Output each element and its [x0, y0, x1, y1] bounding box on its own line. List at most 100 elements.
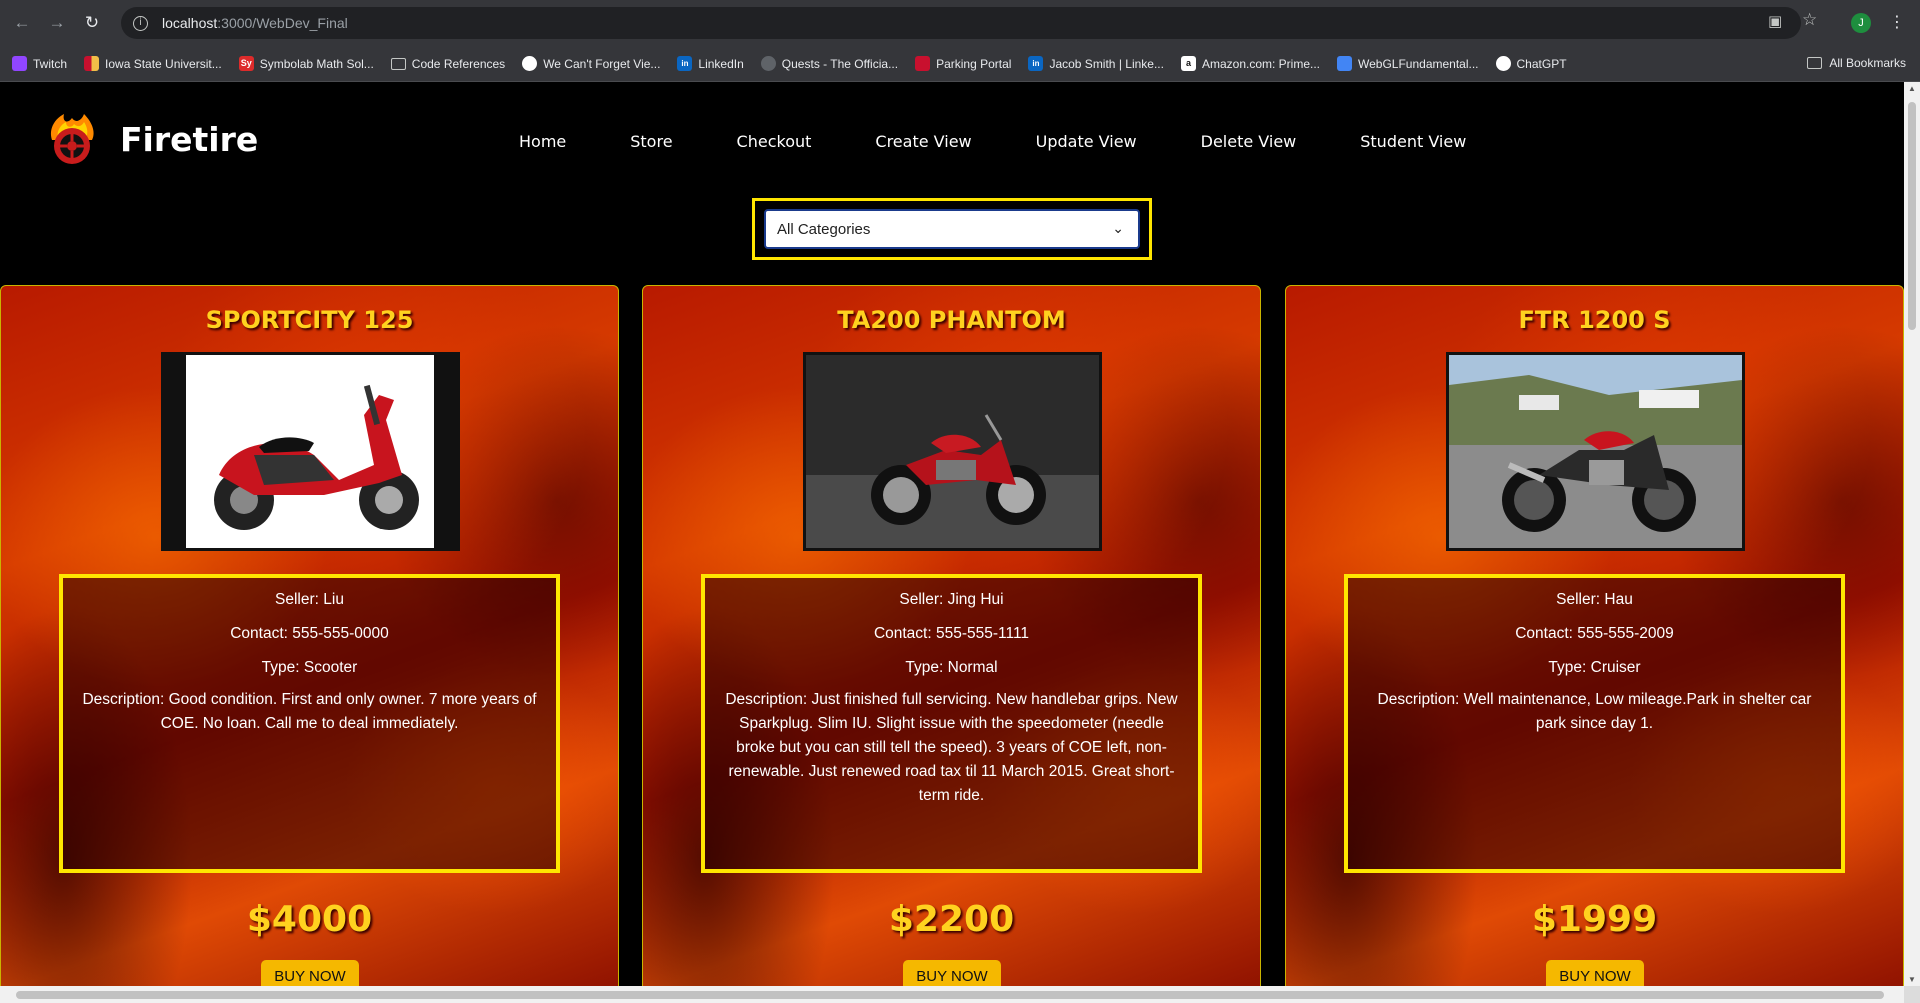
category-select-value: All Categories — [777, 220, 871, 238]
brand[interactable]: Firetire — [42, 110, 258, 168]
parking-icon — [915, 56, 931, 71]
brand-name: Firetire — [120, 119, 259, 159]
listing-seller: Seller: Jing Hui — [899, 591, 1004, 608]
bookmark-item[interactable]: a Amazon.com: Prime... — [1180, 56, 1320, 71]
browser-toolbar: ← → ↻ i localhost:3000/WebDev_Final ▣ ☆ … — [0, 0, 1920, 46]
listing-price: $1999 — [1531, 899, 1658, 940]
nav-delete-view[interactable]: Delete View — [1201, 132, 1297, 151]
isu-icon — [84, 56, 100, 71]
buy-now-button[interactable]: BUY NOW — [261, 960, 359, 986]
bookmark-item[interactable]: Iowa State Universit... — [84, 56, 222, 71]
bookmarks-bar: Twitch Iowa State Universit... Sy Symbolab … — [0, 46, 1920, 82]
bookmark-label: Amazon.com: Prime... — [1201, 56, 1320, 71]
listing-description: Description: Well maintenance, Low milea… — [1377, 691, 1812, 732]
listing-description: Description: Good condition. First and o… — [82, 691, 537, 732]
bookmark-star-icon[interactable]: ☆ — [1802, 10, 1817, 30]
bookmark-item[interactable]: in LinkedIn — [677, 56, 744, 71]
bookmark-item[interactable]: Code References — [390, 56, 506, 71]
listing-card: TA200 PHANTOM Seller: Jing Hui Contact: … — [642, 285, 1261, 986]
bookmark-item[interactable]: We Can't Forget Vie... — [522, 56, 660, 71]
category-select[interactable]: All Categories ⌄ — [764, 209, 1140, 249]
back-arrow-icon[interactable]: ← — [10, 11, 34, 35]
quests-icon — [760, 56, 776, 71]
bookmark-label: Code References — [411, 56, 506, 71]
nav-create-view[interactable]: Create View — [875, 132, 971, 151]
scrollbar-corner — [1904, 986, 1920, 1003]
listing-price: $4000 — [246, 899, 373, 940]
listing-title: FTR 1200 S — [1518, 306, 1671, 334]
address-bar[interactable]: i localhost:3000/WebDev_Final — [121, 7, 1801, 39]
listing-details: Seller: Liu Contact: 555-555-0000 Type: … — [59, 574, 560, 873]
scroll-down-icon[interactable]: ▼ — [1908, 975, 1916, 984]
horizontal-scrollbar[interactable] — [0, 986, 1904, 1003]
url-text[interactable]: localhost:3000/WebDev_Final — [162, 15, 348, 31]
reload-icon[interactable]: ↻ — [80, 11, 104, 35]
browser-menu-icon[interactable]: ⋮ — [1889, 12, 1905, 31]
buy-now-button[interactable]: BUY NOW — [903, 960, 1001, 986]
bookmark-item[interactable]: Twitch — [12, 56, 67, 71]
nav-home[interactable]: Home — [519, 132, 566, 151]
listing-contact: Contact: 555-555-0000 — [230, 625, 389, 642]
listing-type: Type: Cruiser — [1548, 659, 1641, 676]
buy-now-button[interactable]: BUY NOW — [1546, 960, 1644, 986]
listing-price: $2200 — [888, 899, 1015, 940]
bookmark-label: Iowa State Universit... — [105, 56, 222, 71]
bookmark-label: We Can't Forget Vie... — [543, 56, 661, 71]
bookmark-label: Jacob Smith | Linke... — [1049, 56, 1164, 71]
bookmark-label: ChatGPT — [1516, 56, 1567, 71]
vertical-scroll-thumb[interactable] — [1908, 102, 1916, 330]
nav-update-view[interactable]: Update View — [1036, 132, 1137, 151]
listing-contact: Contact: 555-555-1111 — [873, 625, 1030, 642]
bookmark-item[interactable]: ChatGPT — [1495, 56, 1567, 71]
bookmark-label: Quests - The Officia... — [781, 56, 899, 71]
motorcycle-photo — [1446, 352, 1745, 551]
forward-arrow-icon[interactable]: → — [45, 11, 69, 35]
main-nav: Home Store Checkout Create View Update V… — [519, 132, 1466, 151]
scroll-up-icon[interactable]: ▲ — [1908, 84, 1916, 93]
vertical-scrollbar[interactable]: ▲ ▼ — [1904, 82, 1920, 986]
sy-icon: Sy — [238, 56, 254, 71]
listing-title: SPORTCITY 125 — [205, 306, 414, 334]
page-content: Firetire Home Store Checkout Create View… — [0, 82, 1904, 986]
folder-icon — [1807, 57, 1823, 69]
webgl-icon — [1337, 56, 1352, 71]
site-info-icon[interactable]: i — [133, 15, 148, 31]
scooter-photo — [161, 352, 460, 551]
bookmark-item[interactable]: Quests - The Officia... — [760, 56, 899, 71]
bookmark-label: Symbolab Math Sol... — [259, 56, 374, 71]
listing-type: Type: Normal — [905, 659, 998, 676]
listing-title: TA200 PHANTOM — [837, 306, 1066, 334]
motorcycle-photo — [803, 352, 1102, 551]
profile-avatar[interactable]: J — [1851, 13, 1871, 33]
install-app-icon[interactable]: ▣ — [1768, 12, 1782, 30]
horizontal-scroll-thumb[interactable] — [16, 991, 1884, 999]
flaming-tire-logo-icon — [42, 110, 100, 168]
listing-description: Description: Just finished full servicin… — [725, 691, 1178, 804]
twitch-icon — [12, 56, 27, 71]
url-host: localhost — [162, 15, 218, 31]
bookmark-item[interactable]: Parking Portal — [915, 56, 1011, 71]
amazon-icon: a — [1180, 56, 1196, 71]
folder-icon — [390, 57, 406, 70]
listing-contact: Contact: 555-555-2009 — [1515, 625, 1674, 642]
bookmark-label: WebGLFundamental... — [1358, 56, 1479, 71]
listing-details: Seller: Hau Contact: 555-555-2009 Type: … — [1344, 574, 1845, 873]
all-bookmarks-button[interactable]: All Bookmarks — [1807, 56, 1906, 70]
li-icon: in — [677, 56, 693, 71]
nav-checkout[interactable]: Checkout — [737, 132, 812, 151]
listing-type: Type: Scooter — [261, 659, 358, 676]
li-icon: in — [1028, 56, 1044, 71]
bookmark-item[interactable]: in Jacob Smith | Linke... — [1028, 56, 1164, 71]
gpt-icon — [1495, 56, 1511, 71]
listing-details: Seller: Jing Hui Contact: 555-555-1111 T… — [701, 574, 1202, 873]
bookmark-label: Parking Portal — [936, 56, 1012, 71]
bookmark-item[interactable]: WebGLFundamental... — [1337, 56, 1479, 71]
listing-card: FTR 1200 S Seller: Hau Contact: 555-555-… — [1285, 285, 1904, 986]
nav-store[interactable]: Store — [630, 132, 672, 151]
bookmark-item[interactable]: Sy Symbolab Math Sol... — [238, 56, 374, 71]
nav-student-view[interactable]: Student View — [1360, 132, 1466, 151]
browser-chrome: ← → ↻ i localhost:3000/WebDev_Final ▣ ☆ … — [0, 0, 1920, 82]
chevron-down-icon: ⌄ — [1112, 221, 1124, 237]
all-bookmarks-label: All Bookmarks — [1829, 56, 1906, 70]
listing-card: SPORTCITY 125 Seller: Liu Contact: 555-5… — [0, 285, 619, 986]
